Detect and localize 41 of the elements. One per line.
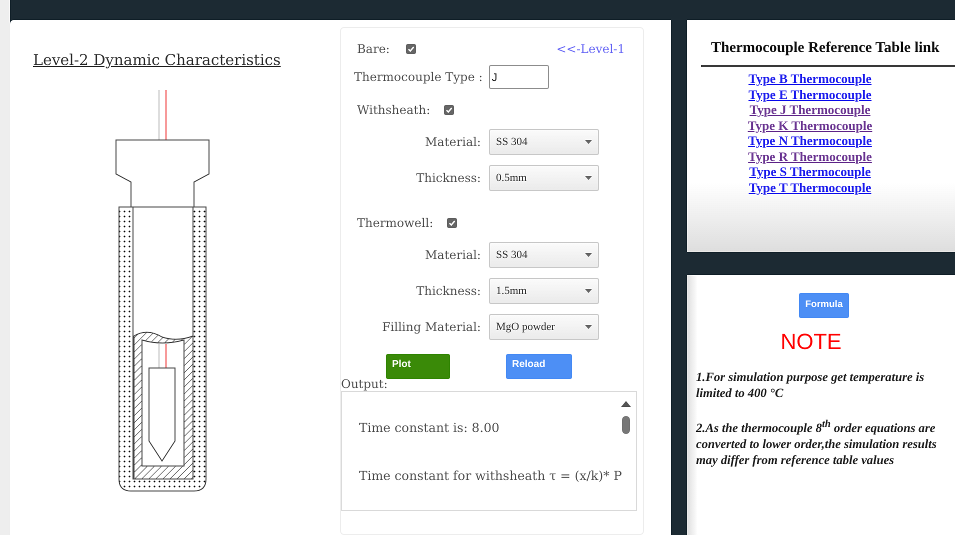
output-text: Time constant for withsheath τ = (x/k)* P <box>358 468 623 483</box>
note-text: 2.As the thermocouple 8$^{th}$ order equations are converted to lower order,the simulation results may differ from reference table values <box>696 418 938 468</box>
note-text: 1.For simulation purpose get temperature is limited to 400 °C <box>696 369 926 401</box>
dropdown[interactable]: SS 304 <box>488 242 599 268</box>
caret-icon <box>584 253 592 257</box>
page-title: Level-2 Dynamic Characteristics <box>32 51 281 69</box>
caret-icon <box>584 325 592 329</box>
checkbox[interactable] <box>406 44 416 54</box>
panel-title: Thermocouple Reference Table link <box>711 40 940 57</box>
reference-link[interactable]: Type T Thermocouple <box>748 180 872 195</box>
input-field[interactable]: J <box>488 65 549 89</box>
reference-link[interactable]: Type E Thermocouple <box>748 86 872 102</box>
reference-link[interactable]: Type J Thermocouple <box>750 102 870 118</box>
output-label: Output: <box>340 377 388 391</box>
checkbox[interactable] <box>444 105 454 115</box>
field-label: Thermocouple Type : <box>354 70 483 84</box>
reference-link[interactable]: Type R Thermocouple <box>748 148 872 164</box>
reference-link[interactable]: Type B Thermocouple <box>748 71 872 86</box>
dropdown[interactable]: 1.5mm <box>488 278 599 304</box>
field-label: Filling Material: <box>381 320 481 334</box>
field-label: Bare: <box>356 42 390 56</box>
caret-icon <box>584 289 592 293</box>
field-label: Thickness: <box>415 171 481 185</box>
reference-link[interactable]: Type K Thermocouple <box>748 118 872 133</box>
caret-icon <box>584 176 592 180</box>
plot-button[interactable]: Plot <box>386 354 450 379</box>
checkbox[interactable] <box>447 218 458 228</box>
note-heading: NOTE <box>779 329 843 355</box>
field-label: Material: <box>424 135 481 149</box>
back-link[interactable]: <<-Level-1 <box>556 42 625 56</box>
field-label: Thickness: <box>415 284 481 298</box>
dropdown[interactable]: SS 304 <box>488 129 599 155</box>
output-text: Time constant is: 8.00 <box>358 420 500 435</box>
field-label: Material: <box>424 248 481 262</box>
section-label: Withsheath: <box>356 103 430 117</box>
dropdown[interactable]: 0.5mm <box>488 165 599 191</box>
caret-icon <box>584 140 592 144</box>
reference-link[interactable]: Type S Thermocouple <box>749 164 871 180</box>
section-label: Thermowell: <box>356 216 434 230</box>
reference-link[interactable]: Type N Thermocouple <box>748 133 872 148</box>
dropdown[interactable]: MgO powder <box>488 314 599 340</box>
